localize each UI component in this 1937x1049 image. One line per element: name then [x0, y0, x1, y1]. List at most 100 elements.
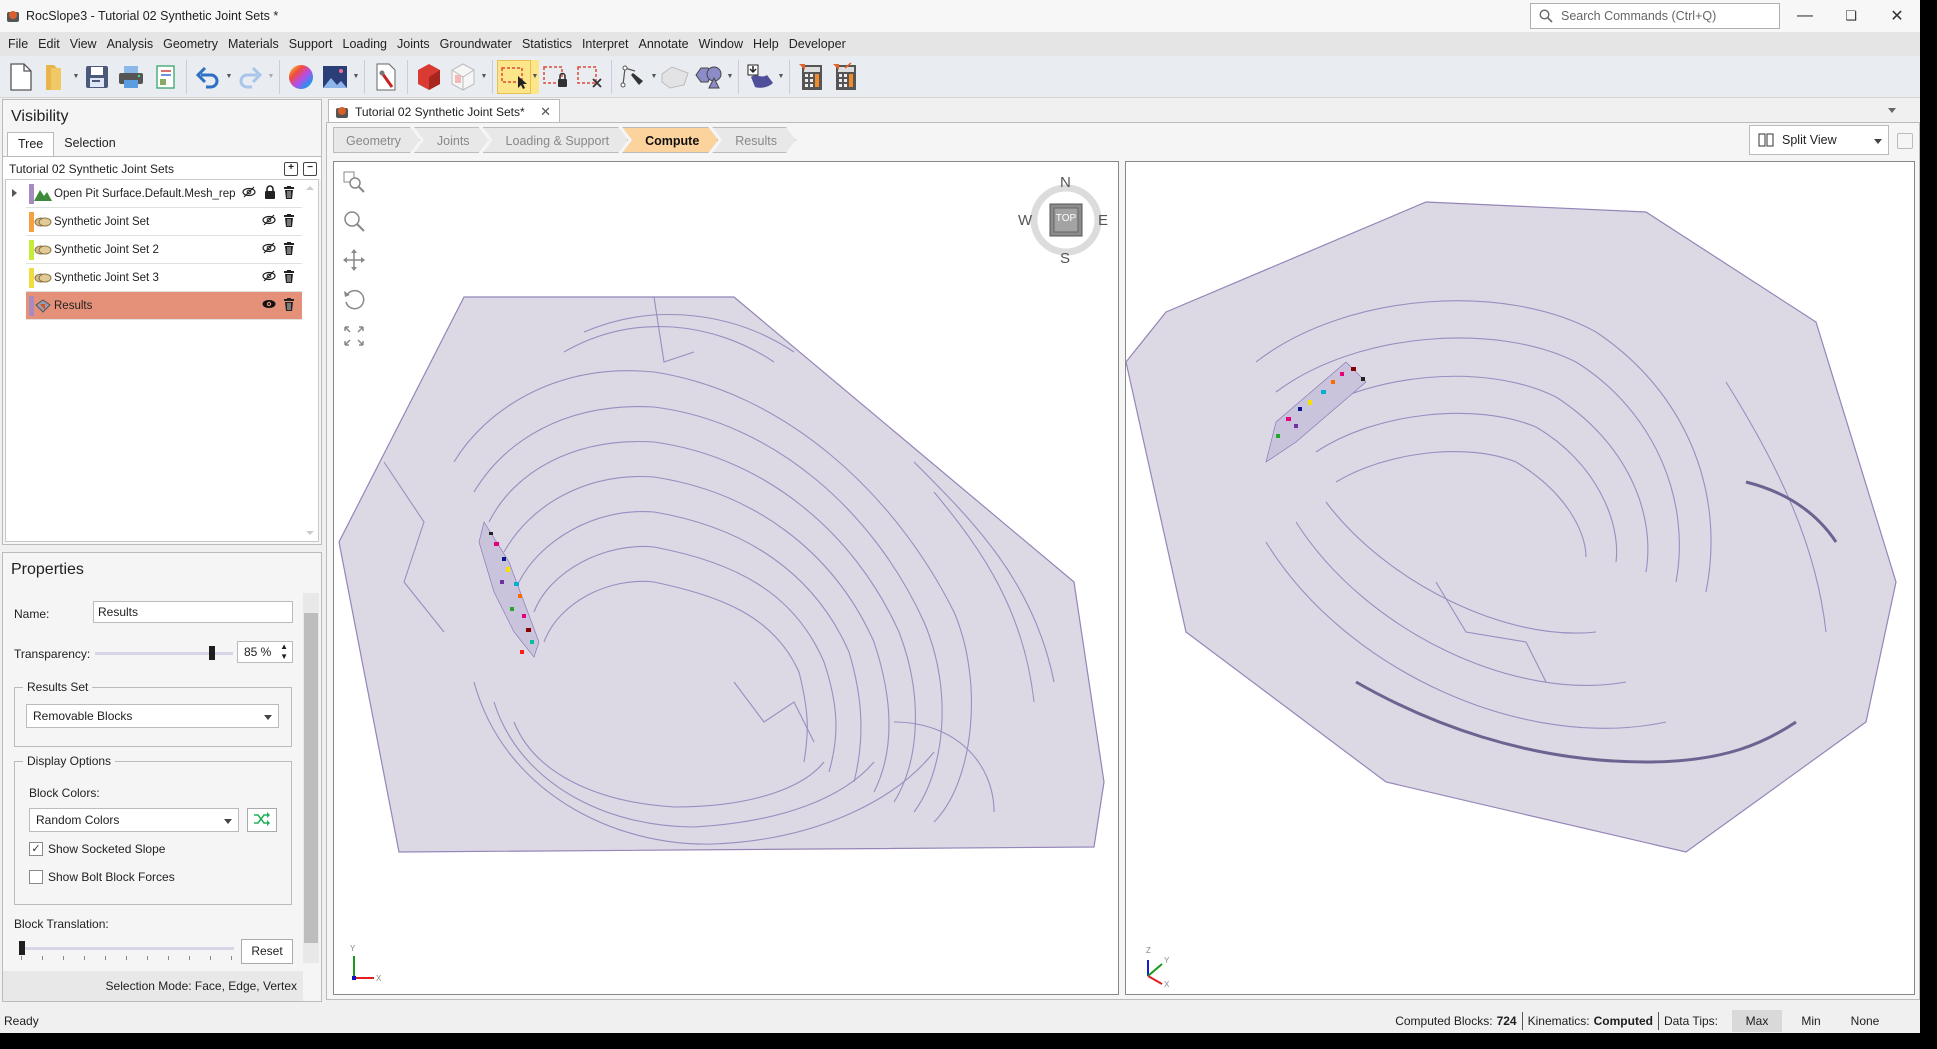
transparency-slider-thumb[interactable]: [209, 646, 216, 660]
view-mode-select[interactable]: Split View: [1749, 125, 1889, 155]
close-tab-icon[interactable]: ✕: [540, 104, 551, 120]
wireframe-block-button[interactable]: [446, 60, 480, 94]
tree-item-results[interactable]: Results: [26, 292, 302, 320]
clear-selection-button[interactable]: [573, 60, 607, 94]
delete-icon[interactable]: [284, 297, 294, 314]
menu-annotate[interactable]: Annotate: [634, 32, 694, 56]
menu-edit[interactable]: Edit: [33, 32, 65, 56]
zoom-extents-icon[interactable]: [342, 324, 366, 348]
scroll-up-icon[interactable]: [306, 186, 314, 190]
tree-item-open-pit-surface[interactable]: Open Pit Surface.Default.Mesh_rep: [12, 180, 302, 208]
show-socketed-slope-checkbox[interactable]: ✓: [29, 842, 43, 856]
hidden-eye-icon[interactable]: [262, 214, 276, 229]
redo-button[interactable]: [233, 60, 267, 94]
shapes-dropdown[interactable]: ▼: [726, 60, 734, 94]
viewport-perspective[interactable]: Z Y X: [1125, 161, 1915, 995]
color-wheel-button[interactable]: [284, 60, 318, 94]
reset-button[interactable]: Reset: [241, 939, 293, 964]
view-cube-compass[interactable]: N S E W TOP: [1018, 174, 1108, 267]
document-tab[interactable]: Tutorial 02 Synthetic Joint Sets* ✕: [328, 99, 560, 123]
results-set-select[interactable]: Removable Blocks: [26, 704, 279, 728]
viewport-top[interactable]: N S E W TOP Y X: [333, 161, 1119, 995]
zoom-window-icon[interactable]: [342, 170, 366, 194]
block-translation-slider-thumb[interactable]: [19, 941, 25, 955]
visible-eye-icon[interactable]: [262, 298, 276, 313]
shapes-button[interactable]: [692, 60, 726, 94]
expand-all-icon[interactable]: +: [284, 161, 298, 176]
undo-dropdown[interactable]: ▼: [225, 60, 233, 94]
scroll-down-icon[interactable]: [306, 531, 314, 535]
open-folder-dropdown[interactable]: ▼: [72, 60, 80, 94]
rotate-icon[interactable]: [342, 287, 366, 311]
delete-icon[interactable]: [284, 241, 294, 258]
report-button[interactable]: [148, 60, 182, 94]
menu-view[interactable]: View: [65, 32, 102, 56]
properties-scrollbar[interactable]: [303, 593, 319, 963]
menu-materials[interactable]: Materials: [223, 32, 284, 56]
menu-loading[interactable]: Loading: [338, 32, 393, 56]
delete-icon[interactable]: [284, 213, 294, 230]
menu-statistics[interactable]: Statistics: [517, 32, 577, 56]
hidden-eye-icon[interactable]: [262, 270, 276, 285]
layout-options-icon[interactable]: [1897, 133, 1913, 149]
tab-overflow-icon[interactable]: [1888, 108, 1896, 113]
name-field[interactable]: Results: [93, 601, 293, 623]
hidden-eye-icon[interactable]: [262, 242, 276, 257]
workflow-geometry[interactable]: Geometry: [333, 127, 420, 153]
compute-export-button[interactable]: [828, 60, 862, 94]
tree-scrollbar[interactable]: [302, 180, 318, 541]
menu-joints[interactable]: Joints: [392, 32, 435, 56]
draw-polyline-dropdown[interactable]: ▼: [650, 60, 658, 94]
data-tips-none[interactable]: None: [1840, 1010, 1890, 1032]
print-button[interactable]: [114, 60, 148, 94]
delete-icon[interactable]: [284, 185, 294, 202]
image-dropdown[interactable]: ▼: [352, 60, 360, 94]
search-commands-input[interactable]: Search Commands (Ctrl+Q): [1530, 3, 1780, 29]
workflow-compute[interactable]: Compute: [622, 127, 718, 153]
zoom-icon[interactable]: [342, 209, 366, 233]
import-surface-dropdown[interactable]: ▼: [777, 60, 785, 94]
menu-groundwater[interactable]: Groundwater: [435, 32, 517, 56]
menu-analysis[interactable]: Analysis: [102, 32, 159, 56]
select-button[interactable]: [497, 59, 531, 94]
menu-support[interactable]: Support: [284, 32, 338, 56]
tab-tree[interactable]: Tree: [7, 132, 55, 156]
collapse-all-icon[interactable]: −: [303, 161, 317, 176]
lock-icon[interactable]: [264, 185, 276, 202]
draw-polyline-button[interactable]: [616, 60, 650, 94]
delete-icon[interactable]: [284, 269, 294, 286]
compute-button[interactable]: [794, 60, 828, 94]
menu-interpret[interactable]: Interpret: [577, 32, 634, 56]
scrollbar-thumb[interactable]: [304, 613, 318, 943]
close-button[interactable]: ✕: [1874, 0, 1920, 32]
data-tips-max[interactable]: Max: [1732, 1009, 1782, 1032]
menu-window[interactable]: Window: [694, 32, 748, 56]
tab-selection[interactable]: Selection: [54, 132, 125, 154]
new-file-button[interactable]: [4, 60, 38, 94]
menu-help[interactable]: Help: [748, 32, 784, 56]
restore-button[interactable]: ❏: [1828, 0, 1874, 32]
hidden-eye-icon[interactable]: [242, 186, 256, 201]
open-folder-button[interactable]: [38, 60, 72, 94]
wireframe-block-dropdown[interactable]: ▼: [480, 60, 488, 94]
workflow-joints[interactable]: Joints: [414, 127, 489, 153]
import-surface-button[interactable]: [743, 60, 777, 94]
data-tips-min[interactable]: Min: [1786, 1010, 1836, 1032]
pan-icon[interactable]: [342, 248, 366, 272]
menu-developer[interactable]: Developer: [784, 32, 851, 56]
spinner-icon[interactable]: ▲ ▼: [280, 642, 288, 662]
lock-selection-button[interactable]: [539, 60, 573, 94]
menu-file[interactable]: File: [3, 32, 33, 56]
tree-item-synthetic-joint-set-3[interactable]: Synthetic Joint Set 3: [26, 264, 302, 292]
image-button[interactable]: [318, 60, 352, 94]
save-button[interactable]: [80, 60, 114, 94]
block-colors-select[interactable]: Random Colors: [29, 808, 239, 832]
tree-item-synthetic-joint-set-2[interactable]: Synthetic Joint Set 2: [26, 236, 302, 264]
redo-dropdown[interactable]: ▼: [267, 60, 275, 94]
show-bolt-block-forces-checkbox[interactable]: [29, 870, 43, 884]
transparency-field[interactable]: 85 % ▲ ▼: [237, 641, 293, 663]
view-top-face[interactable]: TOP: [1054, 213, 1078, 224]
solid-block-button[interactable]: [412, 60, 446, 94]
select-dropdown[interactable]: ▼: [531, 59, 539, 94]
block-translation-slider[interactable]: [20, 947, 234, 950]
